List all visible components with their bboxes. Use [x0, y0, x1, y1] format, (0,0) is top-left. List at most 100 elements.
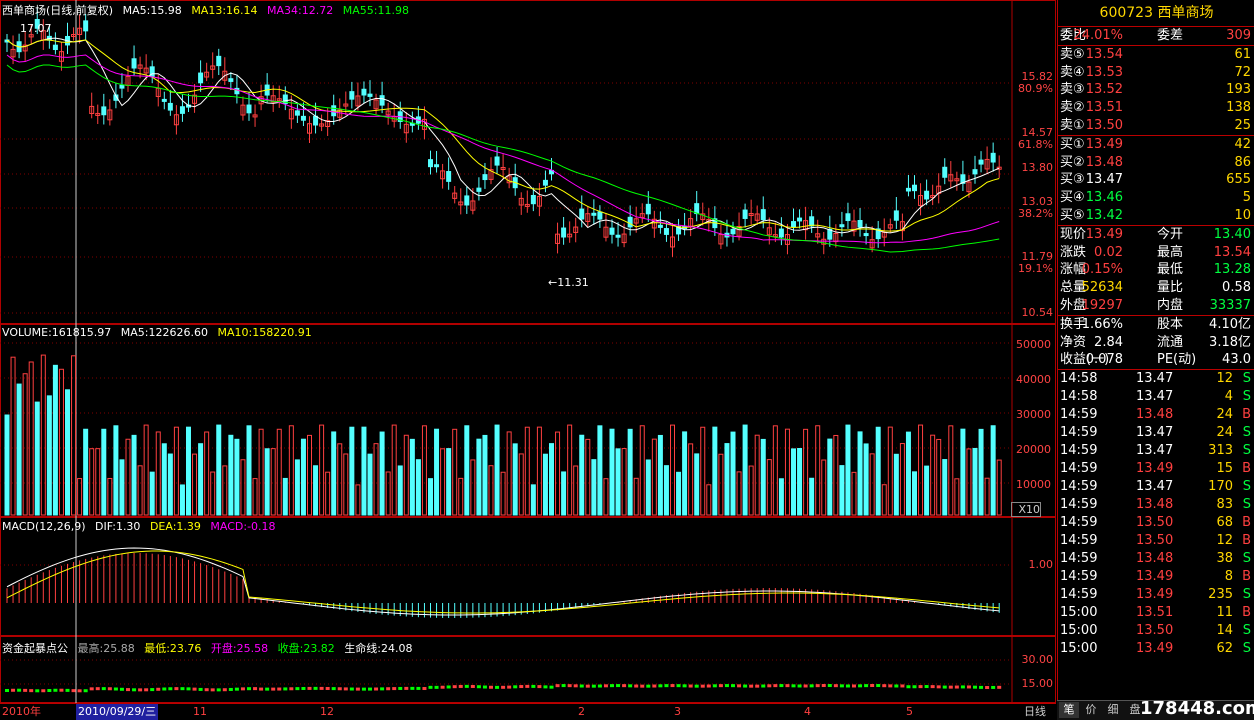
volume-bar [730, 431, 736, 516]
fund-bar [537, 685, 542, 689]
fund-bar [277, 687, 282, 691]
volume-bar [192, 453, 198, 516]
candle-body [83, 20, 89, 32]
volume-bar [694, 453, 700, 516]
volume-bar [300, 438, 306, 516]
volume-axis-label: 10000 [1016, 478, 1051, 491]
volume-bar [639, 425, 645, 516]
fund-bar [464, 684, 469, 688]
buy-volume: 10 [1234, 207, 1251, 223]
tick-volume: 4 [1224, 389, 1233, 405]
volume-bar [373, 443, 379, 516]
info-value: 1.66% [1081, 316, 1123, 332]
fund-bar [942, 685, 947, 689]
tab-detail[interactable]: 细 [1103, 702, 1123, 718]
tick-row: 14:58 13.47 12 S [1058, 370, 1254, 388]
candle-body [990, 152, 996, 163]
volume-bar [391, 424, 397, 516]
volume-bar [542, 453, 548, 516]
order-diff-value: 309 [1226, 28, 1251, 43]
tick-price: 13.47 [1136, 389, 1174, 405]
tick-volume: 235 [1208, 587, 1233, 603]
tick-time: 15:00 [1060, 605, 1098, 621]
candle-body [161, 98, 167, 102]
volume-bar [990, 425, 996, 516]
volume-bar [875, 426, 881, 516]
tick-time: 14:59 [1060, 515, 1098, 531]
ma55-label: MA55:11.98 [342, 4, 409, 17]
order-ratio-value: 24.01% [1073, 28, 1123, 43]
candle-body [863, 233, 869, 237]
volume-bar [89, 448, 95, 516]
volume-bar [246, 425, 252, 516]
tab-trades[interactable]: 笔 [1059, 702, 1079, 718]
sell-level-label: 卖① [1060, 117, 1085, 133]
buy-volume: 5 [1242, 190, 1251, 206]
fund-bar [343, 687, 348, 691]
tick-price: 13.47 [1136, 425, 1174, 441]
volume-bar [978, 428, 984, 516]
volume-bar [863, 443, 869, 516]
volume-bar [288, 425, 294, 516]
fund-bar [912, 685, 917, 689]
fund-bar [301, 686, 306, 690]
volume-bar [712, 426, 718, 516]
candle-body [119, 84, 125, 89]
volume-bar [313, 465, 319, 516]
volume-bar [591, 459, 597, 516]
fund-bar [289, 687, 294, 691]
tick-list[interactable]: 14:58 13.47 12 S 14:58 13.47 4 S 14:59 13.48 24 B 14… [1058, 370, 1254, 658]
fund-bar [561, 684, 566, 688]
tick-side: S [1242, 641, 1251, 657]
volume-bar [119, 459, 125, 516]
volume-bar [46, 395, 52, 516]
fund-bar [930, 685, 935, 689]
stat-value: 33337 [1209, 297, 1251, 313]
volume-bar [561, 471, 567, 516]
candle-body [942, 166, 948, 178]
fund-bar [59, 688, 64, 692]
tick-row: 14:59 13.49 235 S [1058, 586, 1254, 604]
candle-body [663, 228, 669, 235]
fund-bar [773, 684, 778, 688]
volume-bar [633, 477, 639, 516]
fund-bar [247, 687, 251, 691]
fund-bar [954, 685, 959, 689]
candle-body [476, 187, 482, 192]
volume-bar [307, 434, 312, 516]
volume-bar [95, 448, 101, 516]
tick-row: 14:59 13.48 24 B [1058, 406, 1254, 424]
fund-bar [422, 687, 427, 691]
tick-time: 14:59 [1060, 533, 1098, 549]
volume-bar [325, 471, 331, 516]
fund-bar [507, 685, 512, 689]
volume-axis-label: 20000 [1016, 443, 1051, 456]
tab-price[interactable]: 价 [1081, 702, 1101, 718]
sell-orders: 卖⑤ 13.54 61 卖④ 13.53 72 卖③ 13.52 193 卖② 13.51 138 卖①… [1058, 46, 1254, 136]
fund-bar [83, 689, 88, 693]
order-diff-label: 委差 [1157, 28, 1184, 43]
kline-chart-area[interactable]: 西单商场(日线,前复权) MA5:15.98 MA13:16.14 MA34:1… [0, 0, 1056, 719]
volume-bar [766, 459, 772, 516]
candle-body [52, 44, 58, 51]
kline-chart-canvas[interactable] [0, 0, 1056, 719]
fund-bar [991, 685, 996, 689]
fund-bar [23, 688, 28, 692]
volume-bar [331, 431, 337, 516]
volume-bar [379, 431, 385, 516]
volume-bar [718, 453, 724, 516]
tick-side: B [1242, 461, 1251, 477]
stat-row: 现价 13.49 今开 13.40 [1058, 226, 1254, 244]
stat-row: 外盘 19297 内盘 33337 [1058, 297, 1254, 315]
tick-side: S [1242, 479, 1251, 495]
fund-bar [17, 688, 22, 692]
fund-bar [132, 688, 137, 692]
tick-row: 14:59 13.49 15 B [1058, 460, 1254, 478]
candle-body [379, 95, 385, 106]
period-tab-daily[interactable]: 日线 [1024, 704, 1046, 720]
fund-bar [180, 687, 185, 691]
tick-side: B [1242, 515, 1251, 531]
volume-bar [754, 434, 760, 516]
volume-bar [216, 424, 222, 516]
fund-bar [513, 685, 518, 689]
